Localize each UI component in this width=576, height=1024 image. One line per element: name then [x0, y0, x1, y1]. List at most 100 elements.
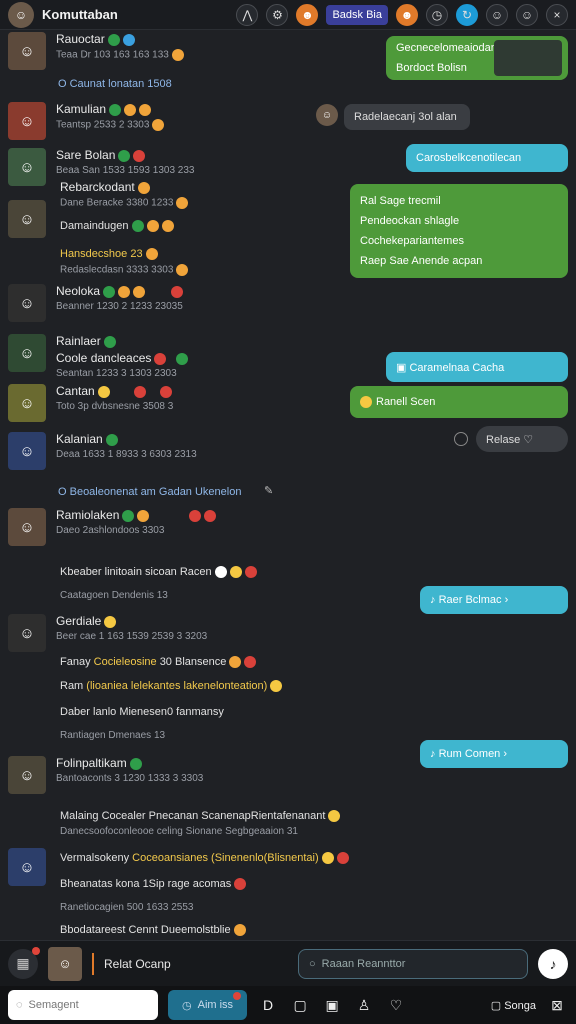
- list-item[interactable]: ☺ Kalanian Deaa 1633 1 8933 3 6303 2313: [8, 432, 197, 470]
- message-text: Bheanatas kona 1Sip rage acomas: [60, 878, 247, 891]
- notification-dot: [233, 992, 242, 1000]
- close-icon[interactable]: ⊠: [546, 994, 568, 1016]
- list-item[interactable]: ☺ Folinpaltikam Bantoaconts 3 1230 1333 …: [8, 756, 203, 794]
- friend2-avatar-icon[interactable]: ☺: [516, 3, 538, 26]
- message-input[interactable]: ◌ Semagent: [8, 990, 158, 1020]
- add-button[interactable]: ◷ Aim iss: [168, 990, 248, 1020]
- avatar[interactable]: ☺: [8, 284, 46, 322]
- chat-bubble[interactable]: Radelaecanj 3ol alan: [344, 104, 470, 130]
- bubble-text: Pendeockan shlagle: [360, 215, 460, 227]
- avatar[interactable]: ☺: [8, 508, 46, 546]
- message-text: Ram (lioaniea lelekantes lakenelonteatio…: [60, 680, 283, 693]
- list-item[interactable]: ☺ Rainlaer Coole dancleaces Seantan 1233…: [8, 334, 189, 379]
- message-meta: Dane Beracke 3380 1233: [60, 197, 189, 209]
- user-avatar[interactable]: ☺: [8, 1, 34, 28]
- list-item[interactable]: ☺ Kamulian Teantsp 2533 2 3303: [8, 102, 165, 140]
- timer-icon: [454, 432, 468, 446]
- status-badge[interactable]: Badsk Bia: [326, 4, 388, 25]
- chat-bubble[interactable]: Carosbelkcenotilecan: [406, 144, 568, 172]
- search-icon: ○: [309, 957, 316, 970]
- message-author: Rebarckodant: [60, 180, 188, 194]
- avatar[interactable]: ☺: [8, 848, 46, 886]
- clock-icon[interactable]: ◷: [426, 3, 448, 26]
- reaction-bubble[interactable]: Relase ♡: [476, 426, 568, 452]
- bubble-image[interactable]: [494, 40, 562, 76]
- list-item[interactable]: ☺ Cantan Toto 3p dvbsnesne 3508 3: [8, 384, 173, 422]
- chat-bubble[interactable]: ♪ Rum Comen ›: [420, 740, 568, 768]
- chat-bubble[interactable]: ♪ Raer Bclmac ›: [420, 586, 568, 614]
- avatar[interactable]: ☺: [8, 102, 46, 140]
- avatar[interactable]: ☺: [316, 104, 338, 126]
- message-icon: ♪: [430, 748, 439, 760]
- edit-icon[interactable]: ✎: [264, 484, 273, 497]
- emoji-icon: [360, 396, 372, 409]
- message-author: Coole dancleaces: [56, 351, 189, 365]
- section-header: O Beoaleonenat am Gadan Ukenelon: [58, 486, 242, 498]
- message-feed[interactable]: ☺ Rauoctar Teaa Dr 103 163 163 133 Gecne…: [0, 30, 576, 940]
- message-meta: Hansdecshoe 23: [60, 248, 158, 261]
- share-icon[interactable]: ⋀: [236, 3, 259, 26]
- list-item[interactable]: ☺: [8, 200, 46, 238]
- message-meta: Seantan 1233 3 1303 2303: [56, 368, 177, 379]
- avatar[interactable]: ☺: [8, 614, 46, 652]
- bubble-text: ♪ Rum Comen ›: [430, 748, 508, 760]
- bubble-text: Raep Sae Anende acpan: [360, 255, 483, 267]
- chat-bubble[interactable]: Gecnecelomeaiodan Bordoct Bolisn: [386, 36, 568, 80]
- list-item[interactable]: ☺ Neoloka Beanner 1230 2 1233 23035: [8, 284, 184, 322]
- avatar[interactable]: ☺: [8, 384, 46, 422]
- avatar[interactable]: ☺: [8, 200, 46, 238]
- message-text: Daber lanlo Mienesen0 fanmansy: [60, 706, 224, 718]
- chat-bubble[interactable]: Ranell Scen: [350, 386, 568, 418]
- composer-recipient: Relat Ocanp: [104, 956, 171, 971]
- message-text: Fanay Cocieleosine 30 Blansence: [60, 656, 257, 669]
- chat-bubble[interactable]: Ral Sage trecmil Pendeockan shlagle Coch…: [350, 184, 568, 278]
- avatar[interactable]: ☺: [48, 946, 82, 981]
- divider: [92, 952, 94, 975]
- list-item[interactable]: ☺ Rauoctar Teaa Dr 103 163 163 133: [8, 32, 184, 70]
- message-icon: ♪: [430, 594, 439, 606]
- profile-icon[interactable]: ☻: [396, 3, 418, 26]
- friend-avatar-icon[interactable]: ☺: [486, 3, 508, 26]
- avatar[interactable]: ☺: [8, 432, 46, 470]
- gif-icon[interactable]: ▣: [321, 994, 343, 1016]
- bottom-bar: ◌ Semagent ◷ Aim iss D ▢ ▣ ♙ ♡ ▢ Songa ⊠: [0, 986, 576, 1024]
- list-item[interactable]: ☺ Gerdiale Beer cae 1 163 1539 2539 3 32…: [8, 614, 207, 652]
- message-meta: Beer cae 1 163 1539 2539 3 3203: [56, 631, 208, 642]
- mic-button[interactable]: ♪: [538, 948, 568, 979]
- sticker-icon[interactable]: ♡: [385, 994, 407, 1016]
- options-label[interactable]: ▢ Songa: [491, 999, 536, 1012]
- message-text: Malaing Cocealer Pnecanan ScanenapRienta…: [60, 810, 341, 823]
- message-meta: Beanner 1230 2 1233 23035: [56, 301, 183, 312]
- settings-icon[interactable]: ⚙: [266, 3, 289, 26]
- message-meta: Redaslecdasn 3333 3303: [60, 264, 189, 276]
- message-meta: Beaa San 1533 1593 1303 233: [56, 165, 195, 176]
- thumbs-up-icon[interactable]: ♙: [353, 994, 375, 1016]
- message-author: Sare Bolan: [56, 148, 194, 162]
- emoji-icon[interactable]: ☻: [296, 3, 319, 26]
- bubble-text: Ral Sage trecmil: [360, 195, 441, 207]
- close-icon[interactable]: ×: [546, 3, 568, 26]
- message-meta: Caatagoen Dendenis 13: [60, 590, 168, 601]
- list-item[interactable]: ☺: [8, 848, 46, 886]
- refresh-icon[interactable]: ↻: [456, 3, 478, 26]
- text-icon[interactable]: D: [257, 994, 279, 1016]
- message-author: Neoloka: [56, 284, 184, 298]
- avatar[interactable]: ☺: [8, 334, 46, 372]
- message-author: Gerdiale: [56, 614, 207, 628]
- bubble-text: ▣ Caramelnaa Cacha: [396, 361, 505, 374]
- message-meta: Bantoaconts 3 1230 1333 3 3303: [56, 773, 204, 784]
- list-item[interactable]: ☺ Ramiolaken Daeo 2ashlondoos 3303: [8, 508, 217, 546]
- apps-grid-button[interactable]: ▦: [8, 946, 40, 979]
- message-icon: ▣: [396, 361, 410, 374]
- avatar[interactable]: ☺: [8, 32, 46, 70]
- bubble-text: Radelaecanj 3ol alan: [354, 111, 457, 123]
- message-author: Folinpaltikam: [56, 756, 203, 770]
- avatar[interactable]: ☺: [8, 756, 46, 794]
- image-icon[interactable]: ▢: [289, 994, 311, 1016]
- composer-bar: ▦ ☺ Relat Ocanp ○ Raaan Reannttor ♪: [0, 940, 576, 986]
- message-meta: Deaa 1633 1 8933 3 6303 2313: [56, 449, 197, 460]
- chat-bubble[interactable]: ▣ Caramelnaa Cacha: [386, 352, 568, 382]
- message-author: Kalanian: [56, 432, 197, 446]
- search-input[interactable]: ○ Raaan Reannttor: [298, 948, 528, 979]
- clock-icon: ◷: [182, 999, 192, 1012]
